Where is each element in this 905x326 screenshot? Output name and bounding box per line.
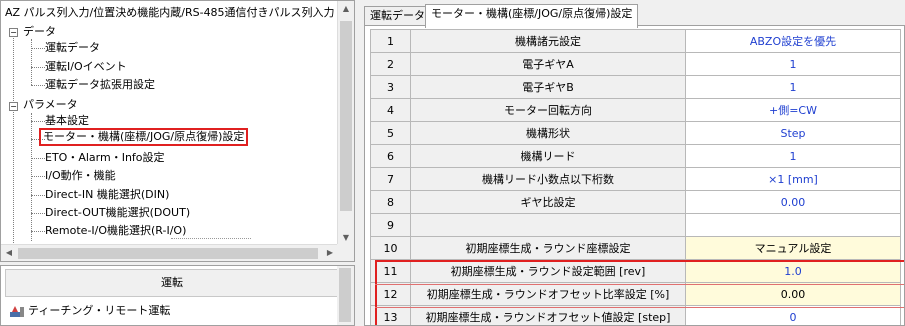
tree-node-data[interactable]: データ (23, 24, 56, 40)
table-row[interactable]: 10 初期座標生成・ラウンド座標設定 マニュアル設定 (370, 236, 901, 260)
table-row[interactable]: 13 初期座標生成・ラウンドオフセット値設定 [step] 0 (370, 305, 901, 325)
row-number-cell: 12 (370, 282, 411, 306)
run-panel-header[interactable]: 運転 (5, 269, 339, 297)
row-number-cell: 1 (370, 29, 411, 53)
right-panel: 運転データ モーター・機構(座標/JOG/原点復帰)設定 1 機構諸元設定 ABZO… (360, 0, 905, 326)
left-panel: AZ パルス列入力/位置決め機能内蔵/RS-485通信付きパルス列入力 − デー… (0, 0, 355, 326)
tree-item-direct-out[interactable]: Direct-OUT機能選択(DOUT) (45, 205, 190, 221)
parameter-value-cell[interactable]: 0 (685, 305, 901, 325)
tree-item-io-function[interactable]: I/O動作・機能 (45, 168, 116, 184)
tree-guide-line (31, 113, 32, 241)
tree-root-title[interactable]: AZ パルス列入力/位置決め機能内蔵/RS-485通信付きパルス列入力 (5, 4, 335, 20)
scrollbar-thumb[interactable] (340, 21, 352, 211)
parameter-value-cell[interactable]: 1.0 (685, 259, 901, 283)
tree-guide-line (13, 33, 14, 103)
parameter-name-cell: 機構リード小数点以下桁数 (410, 167, 686, 191)
table-row[interactable]: 3 電子ギヤB 1 (370, 75, 901, 99)
teaching-remote-icon (9, 304, 25, 318)
table-row[interactable]: 8 ギヤ比設定 0.00 (370, 190, 901, 214)
row-number-cell: 10 (370, 236, 411, 260)
table-row[interactable]: 11 初期座標生成・ラウンド設定範囲 [rev] 1.0 (370, 259, 901, 283)
table-row[interactable]: 4 モーター回転方向 +側=CW (370, 98, 901, 122)
run-panel: 運転 ティーチング・リモート運転 (0, 265, 355, 326)
tree-node-parameter[interactable]: パラメータ (23, 97, 78, 113)
tree-guide-line (13, 107, 14, 247)
parameter-value-cell[interactable]: Step (685, 121, 901, 145)
row-number-cell: 11 (370, 259, 411, 283)
parameter-value-cell[interactable]: 1 (685, 75, 901, 99)
tree-horizontal-scrollbar[interactable]: ◀ ▶ (1, 244, 338, 261)
parameter-value-cell[interactable]: 1 (685, 52, 901, 76)
tree-guide-line (31, 39, 32, 85)
parameter-grid-frame: 1 機構諸元設定 ABZO設定を優先 2 電子ギヤA 1 3 電子ギヤB 1 4 モーター回転方向 +… (364, 25, 905, 326)
parameter-value-cell[interactable]: ABZO設定を優先 (685, 29, 901, 53)
parameter-value-cell[interactable]: +側=CW (685, 98, 901, 122)
parameter-value-cell[interactable]: 1 (685, 144, 901, 168)
parameter-name-cell: 電子ギヤB (410, 75, 686, 99)
scroll-left-icon[interactable]: ◀ (1, 245, 17, 261)
parameter-grid: 1 機構諸元設定 ABZO設定を優先 2 電子ギヤA 1 3 電子ギヤB 1 4 モーター回転方向 +… (370, 29, 901, 325)
parameter-name-cell: 機構形状 (410, 121, 686, 145)
tree-item-remote-io[interactable]: Remote-I/O機能選択(R-I/O) (45, 223, 186, 239)
parameter-name-cell: 初期座標生成・ラウンド設定範囲 [rev] (410, 259, 686, 283)
parameter-name-cell: 初期座標生成・ラウンドオフセット値設定 [step] (410, 305, 686, 325)
row-number-cell: 4 (370, 98, 411, 122)
parameter-value-cell[interactable]: 0.00 (685, 282, 901, 306)
scrollbar-thumb[interactable] (18, 248, 318, 259)
row-number-cell: 5 (370, 121, 411, 145)
scrollbar-corner (337, 244, 354, 261)
parameter-name-cell: 初期座標生成・ラウンド座標設定 (410, 236, 686, 260)
parameter-value-cell[interactable] (685, 213, 901, 237)
table-row[interactable]: 7 機構リード小数点以下桁数 ×1 [mm] (370, 167, 901, 191)
parameter-name-cell: モーター回転方向 (410, 98, 686, 122)
table-row[interactable]: 5 機構形状 Step (370, 121, 901, 145)
row-number-cell: 9 (370, 213, 411, 237)
table-row[interactable]: 12 初期座標生成・ラウンドオフセット比率設定 [%] 0.00 (370, 282, 901, 306)
parameter-value-cell[interactable]: マニュアル設定 (685, 236, 901, 260)
tree-item-operation-data[interactable]: 運転データ (45, 40, 100, 56)
tree-item-motor-mechanism-settings[interactable]: モーター・機構(座標/JOG/原点復帰)設定 (39, 128, 249, 146)
row-number-cell: 8 (370, 190, 411, 214)
scrollbar-thumb[interactable] (339, 268, 351, 322)
table-row[interactable]: 6 機構リード 1 (370, 144, 901, 168)
parameter-name-cell (410, 213, 686, 237)
row-number-cell: 3 (370, 75, 411, 99)
tab-motor-mechanism-settings[interactable]: モーター・機構(座標/JOG/原点復帰)設定 (425, 4, 639, 28)
parameter-value-cell[interactable]: 0.00 (685, 190, 901, 214)
tree-item-clipped (171, 238, 251, 242)
tree-item-eto-alarm-info[interactable]: ETO・Alarm・Info設定 (45, 150, 165, 166)
table-row[interactable]: 9 (370, 213, 901, 237)
teaching-remote-label: ティーチング・リモート運転 (28, 304, 171, 317)
tree-item-basic-settings[interactable]: 基本設定 (45, 113, 89, 129)
collapse-toggle-icon[interactable]: − (9, 28, 18, 37)
parameter-name-cell: 機構諸元設定 (410, 29, 686, 53)
table-row[interactable]: 2 電子ギヤA 1 (370, 52, 901, 76)
tree-item-operation-io-event[interactable]: 運転I/Oイベント (45, 59, 127, 75)
parameter-name-cell: 電子ギヤA (410, 52, 686, 76)
table-row[interactable]: 1 機構諸元設定 ABZO設定を優先 (370, 29, 901, 53)
run-panel-scrollbar[interactable] (337, 266, 354, 325)
scroll-right-icon[interactable]: ▶ (322, 245, 338, 261)
row-number-cell: 6 (370, 144, 411, 168)
teaching-remote-run-item[interactable]: ティーチング・リモート運転 (9, 302, 170, 320)
scroll-up-icon[interactable]: ▲ (338, 1, 354, 17)
collapse-toggle-icon[interactable]: − (9, 102, 18, 111)
parameter-name-cell: 機構リード (410, 144, 686, 168)
tree-item-operation-data-extension[interactable]: 運転データ拡張用設定 (45, 77, 155, 93)
tab-operation-data[interactable]: 運転データ (364, 6, 431, 26)
tree-vertical-scrollbar[interactable]: ▲ ▼ (337, 1, 354, 246)
parameter-name-cell: 初期座標生成・ラウンドオフセット比率設定 [%] (410, 282, 686, 306)
parameter-value-cell[interactable]: ×1 [mm] (685, 167, 901, 191)
navigation-tree: AZ パルス列入力/位置決め機能内蔵/RS-485通信付きパルス列入力 − デー… (0, 0, 355, 262)
tree-item-direct-in[interactable]: Direct-IN 機能選択(DIN) (45, 187, 169, 203)
row-number-cell: 13 (370, 305, 411, 325)
row-number-cell: 7 (370, 167, 411, 191)
parameter-name-cell: ギヤ比設定 (410, 190, 686, 214)
row-number-cell: 2 (370, 52, 411, 76)
